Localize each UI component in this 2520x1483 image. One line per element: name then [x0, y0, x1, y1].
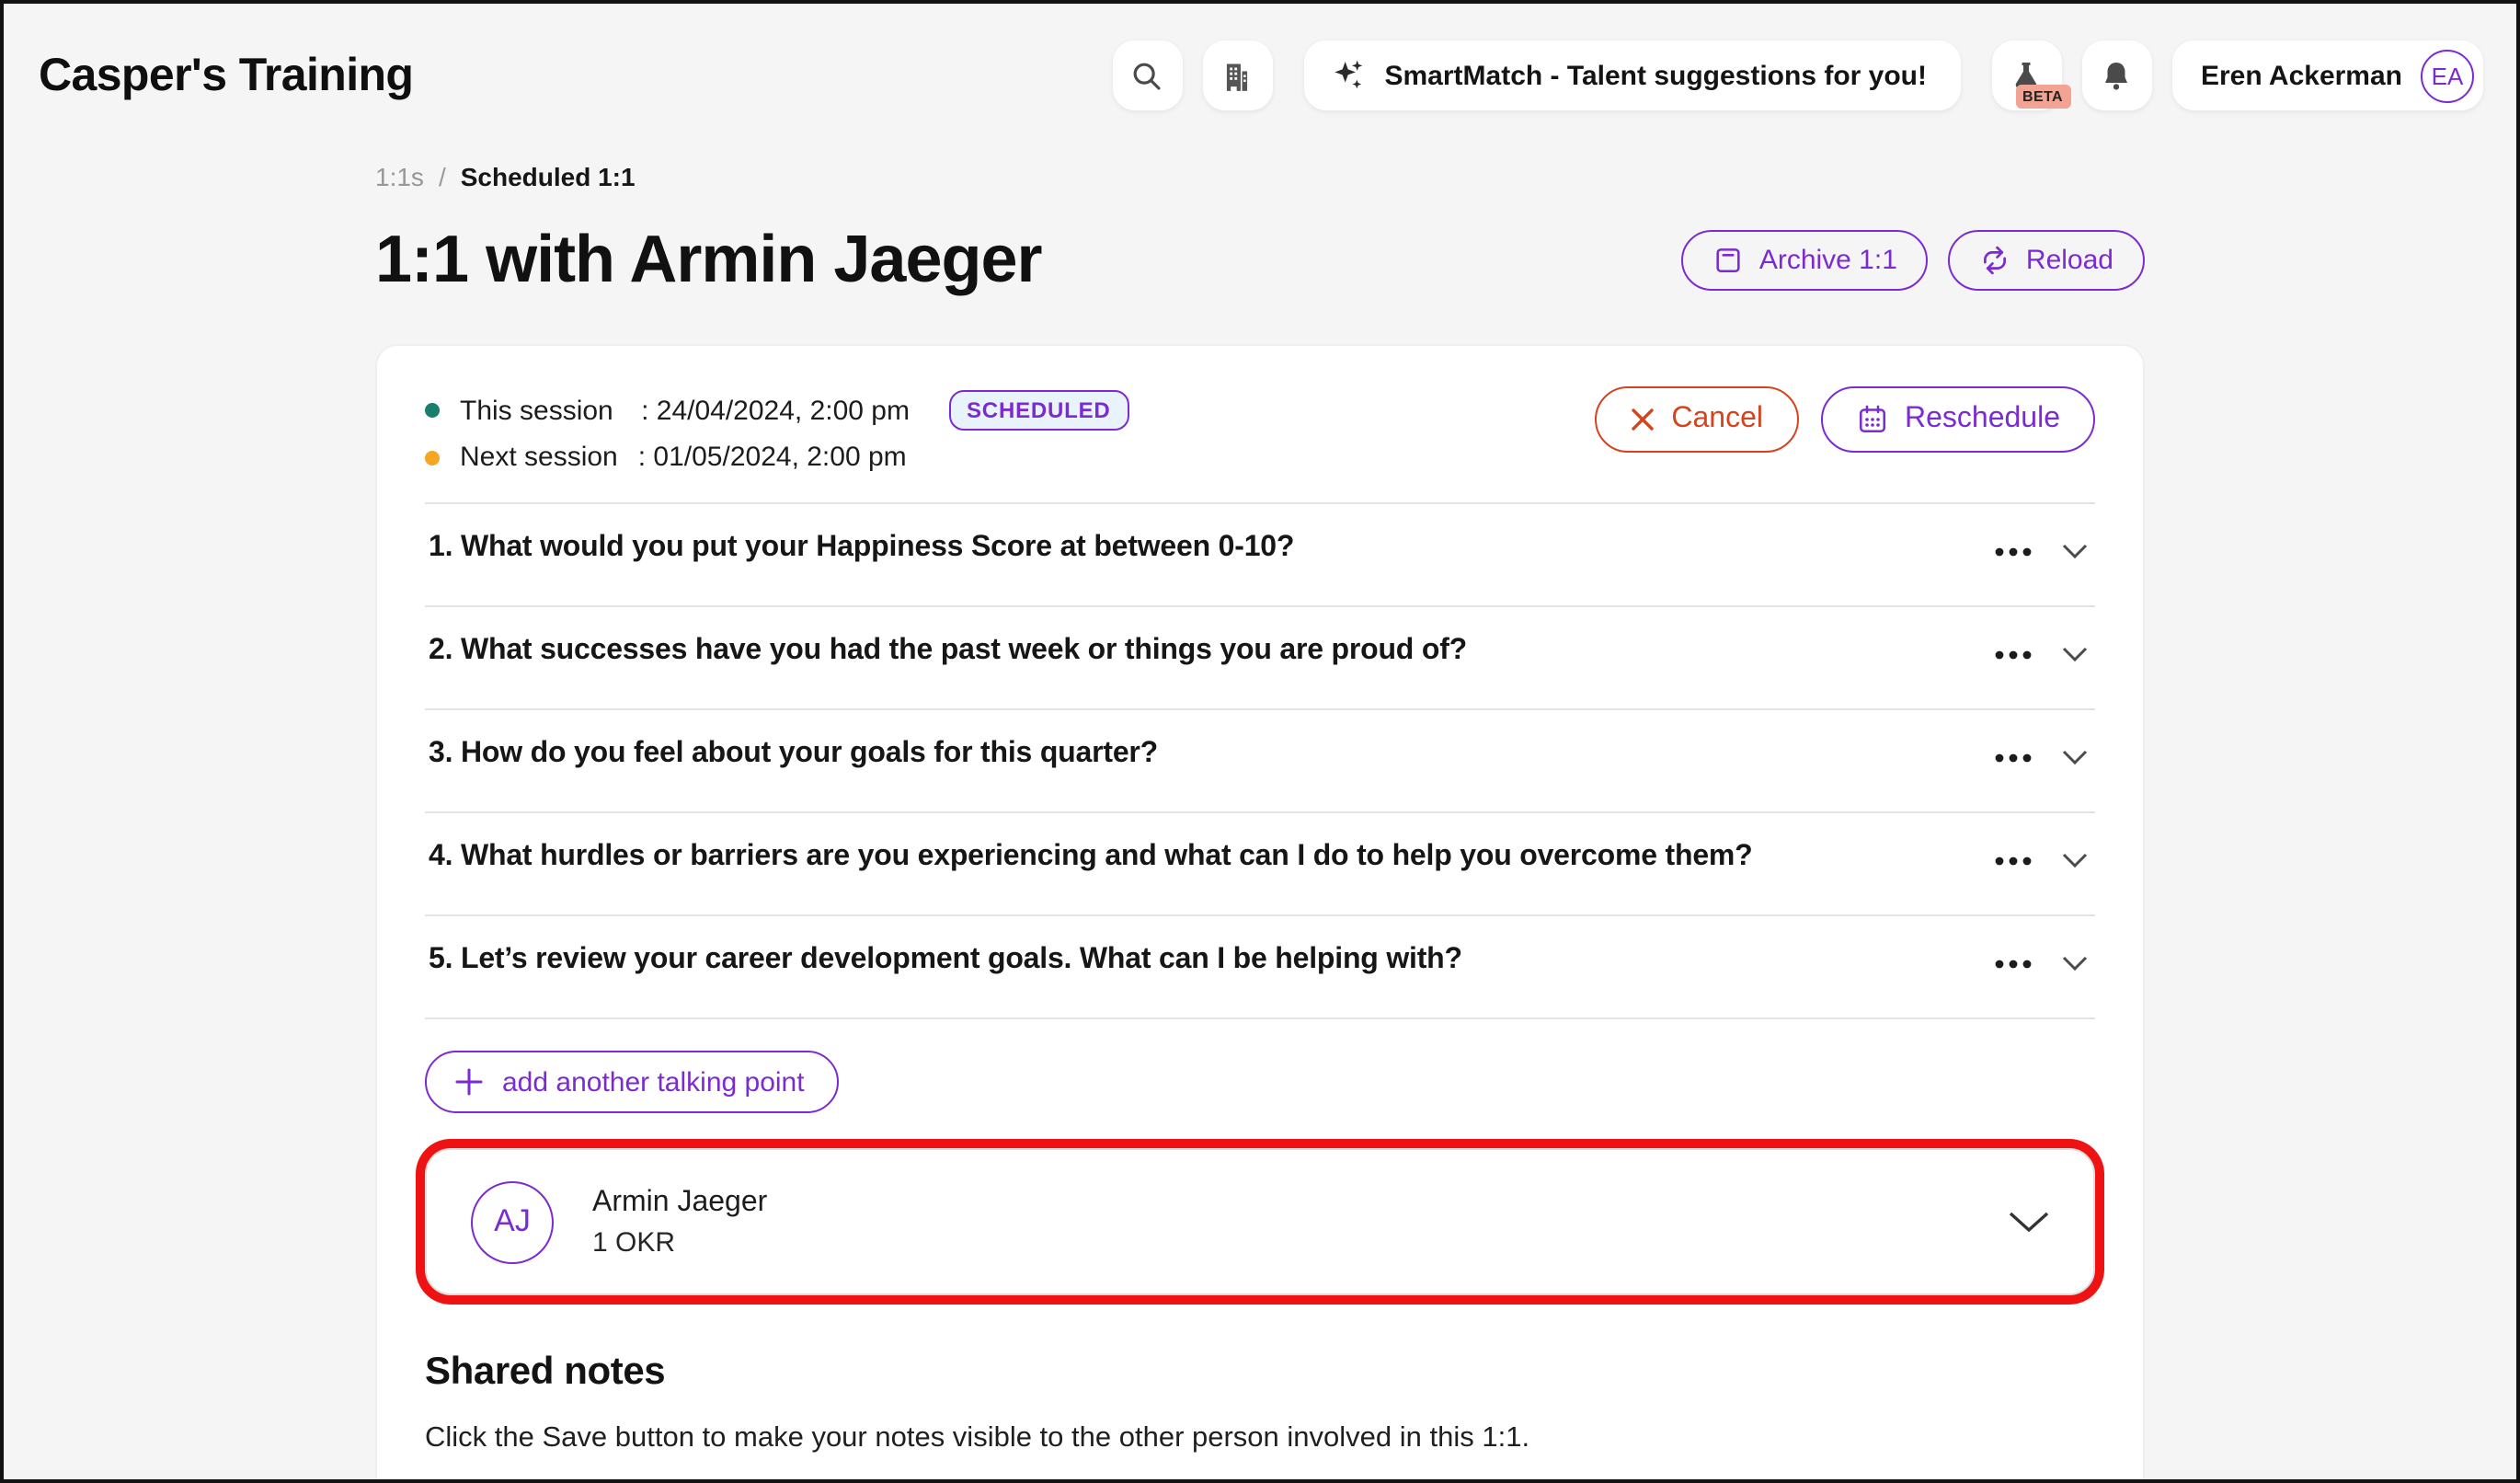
sparkles-icon	[1330, 57, 1367, 94]
shared-notes-title: Shared notes	[425, 1351, 2095, 1395]
smartmatch-label: SmartMatch - Talent suggestions for you!	[1385, 60, 1928, 91]
talking-point-row: 2. What successes have you had the past …	[425, 607, 2095, 710]
this-session-bullet	[425, 403, 440, 418]
expand-button[interactable]	[2058, 745, 2091, 769]
more-options-button[interactable]	[1990, 851, 2036, 869]
breadcrumb-one-on-ones[interactable]: 1:1s	[375, 162, 424, 191]
reload-button[interactable]: Reload	[1949, 229, 2145, 290]
calendar-icon	[1855, 403, 1888, 436]
top-bar: Casper's Training	[4, 4, 2516, 140]
more-options-button[interactable]	[1990, 645, 2036, 663]
beta-badge: BETA	[2015, 85, 2070, 109]
expand-button[interactable]	[2058, 642, 2091, 666]
talking-point-row: 1. What would you put your Happiness Sco…	[425, 504, 2095, 607]
company-button[interactable]	[1203, 40, 1273, 110]
session-card: This session : 24/04/2024, 2:00 pm SCHED…	[375, 344, 2145, 1483]
talking-point-row: 5. Let’s review your career development …	[425, 916, 2095, 1019]
chevron-down-icon	[2062, 955, 2088, 971]
talking-point-label: 4. What hurdles or barriers are you expe…	[429, 841, 1753, 874]
next-session-row: Next session : 01/05/2024, 2:00 pm	[425, 442, 1129, 473]
breadcrumb-current: Scheduled 1:1	[461, 162, 636, 191]
reschedule-label: Reschedule	[1905, 403, 2060, 436]
talking-point-label: 1. What would you put your Happiness Sco…	[429, 532, 1294, 565]
next-session-value: : 01/05/2024, 2:00 pm	[638, 442, 907, 473]
archive-button[interactable]: Archive 1:1	[1682, 229, 1929, 290]
labs-button[interactable]: BETA	[1991, 40, 2061, 110]
user-avatar: EA	[2421, 49, 2474, 102]
this-session-label: This session	[460, 395, 621, 426]
page-title-row: 1:1 with Armin Jaeger Archive 1:1 Rel	[375, 221, 2145, 298]
talking-point-label: 3. How do you feel about your goals for …	[429, 738, 1158, 771]
this-session-value: : 24/04/2024, 2:00 pm	[641, 395, 910, 426]
reload-icon	[1980, 244, 2011, 275]
smartmatch-button[interactable]: SmartMatch - Talent suggestions for you!	[1304, 40, 1961, 110]
ellipsis-icon	[1994, 546, 2033, 557]
reschedule-button[interactable]: Reschedule	[1820, 386, 2095, 453]
expand-button[interactable]	[2058, 848, 2091, 872]
chevron-down-icon	[2062, 749, 2088, 765]
notifications-button[interactable]	[2081, 40, 2151, 110]
ellipsis-icon	[1994, 649, 2033, 660]
search-button[interactable]	[1113, 40, 1183, 110]
participant-meta: Armin Jaeger 1 OKR	[592, 1186, 767, 1258]
more-options-button[interactable]	[1990, 954, 2036, 972]
bell-icon	[2099, 58, 2134, 93]
workspace-title: Casper's Training	[39, 49, 413, 102]
talking-point-actions	[1990, 635, 2091, 666]
building-icon	[1220, 58, 1255, 93]
page-title-actions: Archive 1:1 Reload	[1682, 229, 2145, 290]
ellipsis-icon	[1994, 855, 2033, 866]
talking-point-label: 5. Let’s review your career development …	[429, 944, 1462, 977]
add-talking-point-button[interactable]: add another talking point	[425, 1051, 840, 1113]
talking-point-row: 4. What hurdles or barriers are you expe…	[425, 813, 2095, 916]
reload-label: Reload	[2026, 244, 2113, 275]
more-options-button[interactable]	[1990, 748, 2036, 766]
top-bar-actions: SmartMatch - Talent suggestions for you!…	[1113, 40, 2484, 110]
ellipsis-icon	[1994, 752, 2033, 763]
chevron-down-icon	[2062, 543, 2088, 559]
talking-point-actions	[1990, 738, 2091, 769]
expand-button[interactable]	[2058, 539, 2091, 563]
user-menu-button[interactable]: Eren Ackerman EA	[2171, 40, 2483, 110]
chevron-down-icon	[2062, 852, 2088, 868]
user-name: Eren Ackerman	[2201, 60, 2402, 91]
next-session-label: Next session	[460, 442, 618, 473]
talking-point-label: 2. What successes have you had the past …	[429, 635, 1467, 668]
this-session-row: This session : 24/04/2024, 2:00 pm SCHED…	[425, 390, 1129, 431]
chevron-down-icon	[2062, 646, 2088, 662]
breadcrumb-separator: /	[439, 162, 446, 191]
archive-label: Archive 1:1	[1759, 244, 1897, 275]
shared-notes-description: Click the Save button to make your notes…	[425, 1422, 2095, 1455]
session-times: This session : 24/04/2024, 2:00 pm SCHED…	[425, 386, 1129, 473]
participant-card[interactable]: AJ Armin Jaeger 1 OKR	[425, 1148, 2095, 1295]
participant-okr-count: 1 OKR	[592, 1226, 767, 1258]
next-session-bullet	[425, 450, 440, 465]
participant-name: Armin Jaeger	[592, 1186, 767, 1219]
expand-button[interactable]	[2058, 951, 2091, 975]
search-icon	[1130, 58, 1165, 93]
page-title: 1:1 with Armin Jaeger	[375, 221, 1042, 298]
cancel-button[interactable]: Cancel	[1594, 386, 1798, 453]
close-icon	[1629, 407, 1655, 432]
talking-point-actions	[1990, 532, 2091, 563]
more-options-button[interactable]	[1990, 542, 2036, 560]
archive-icon	[1713, 244, 1745, 275]
talking-point-actions	[1990, 944, 2091, 975]
cancel-label: Cancel	[1671, 403, 1763, 436]
plus-icon	[454, 1067, 484, 1097]
ellipsis-icon	[1994, 958, 2033, 969]
session-head: This session : 24/04/2024, 2:00 pm SCHED…	[425, 386, 2095, 473]
app-window: Casper's Training	[0, 0, 2520, 1483]
session-actions: Cancel Reschedule	[1594, 386, 2095, 453]
participant-expand-chevron[interactable]	[2009, 1211, 2049, 1233]
status-badge: SCHEDULED	[948, 390, 1129, 431]
talking-points-list: 1. What would you put your Happiness Sco…	[425, 502, 2095, 1019]
add-talking-point-label: add another talking point	[502, 1066, 805, 1098]
main-content: 1:1s / Scheduled 1:1 1:1 with Armin Jaeg…	[375, 162, 2145, 1483]
talking-point-actions	[1990, 841, 2091, 872]
talking-point-row: 3. How do you feel about your goals for …	[425, 710, 2095, 813]
breadcrumb: 1:1s / Scheduled 1:1	[375, 162, 2145, 191]
participant-avatar: AJ	[471, 1180, 554, 1263]
chevron-down-icon	[2009, 1211, 2049, 1233]
